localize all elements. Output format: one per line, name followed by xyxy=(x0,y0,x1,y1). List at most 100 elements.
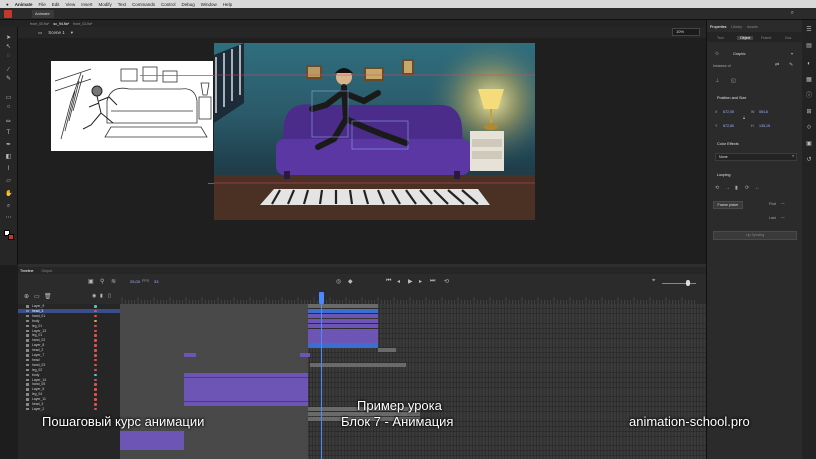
prev-frame-icon[interactable]: ◂ xyxy=(397,278,400,285)
layer-name[interactable]: Layer_2 xyxy=(32,407,44,411)
output-tab[interactable]: Output xyxy=(41,269,52,273)
layer-name[interactable]: Layer_13 xyxy=(32,329,46,333)
layer-row[interactable]: leg_01 xyxy=(18,324,120,329)
pen-tool-icon[interactable]: ✒ xyxy=(5,142,12,149)
x-value[interactable]: 672,05 xyxy=(723,110,734,114)
layer-row[interactable]: Layer_7 xyxy=(18,353,120,358)
eraser-tool-icon[interactable]: ▱ xyxy=(5,178,12,185)
layer-row[interactable]: Layer_11 xyxy=(18,397,120,402)
swap-icon[interactable]: ⇄ xyxy=(775,62,779,68)
chevron-down-icon[interactable]: ▾ xyxy=(791,51,793,56)
properties-icon[interactable]: ☰ xyxy=(805,26,813,34)
layer-name[interactable]: head_3 xyxy=(32,402,43,406)
lip-syncing-button[interactable]: Lip Syncing xyxy=(713,231,797,240)
search-icon[interactable]: ⌕ xyxy=(791,10,794,17)
position-size-header[interactable]: Position and Size xyxy=(717,96,746,100)
tab-doc[interactable]: Doc xyxy=(785,36,791,40)
doc-tab[interactable]: front_02.fla* xyxy=(73,22,92,26)
layer-name[interactable]: body xyxy=(32,373,39,377)
layer-name[interactable]: hand_01 xyxy=(32,314,45,318)
h-value[interactable]: 135,15 xyxy=(759,124,770,128)
fps-value[interactable]: 25,00 xyxy=(130,279,140,284)
eyedropper-icon[interactable]: ⌇ xyxy=(5,166,12,173)
rectangle-tool-icon[interactable]: ▭ xyxy=(5,95,12,102)
keyframe-icon[interactable]: ◆ xyxy=(348,278,353,285)
center-frame-icon[interactable]: ⌖ xyxy=(652,278,655,285)
menu-modify[interactable]: Modify xyxy=(98,2,111,7)
layer-depth-icon[interactable]: ≋ xyxy=(111,278,116,285)
zoom-select[interactable]: 10% xyxy=(672,28,700,36)
layer-name[interactable]: Layer_14 xyxy=(32,378,46,382)
tab-tool[interactable]: Tool xyxy=(717,36,724,40)
menu-help[interactable]: Help xyxy=(223,2,232,7)
layer-name[interactable]: hand_02 xyxy=(32,338,45,342)
lasso-tool-icon[interactable]: ◌ xyxy=(5,53,12,60)
layer-name[interactable]: body xyxy=(32,319,39,323)
layer-name[interactable]: head xyxy=(32,358,40,362)
timeline-tab[interactable]: Timeline xyxy=(20,269,33,273)
layer-row[interactable]: hand_02 xyxy=(18,338,120,343)
layer-row[interactable]: hand_01 xyxy=(18,314,120,319)
selection-tool-icon[interactable]: ➤ xyxy=(5,35,12,42)
last-frame-icon[interactable]: ⏭ xyxy=(430,278,435,285)
color-effects-header[interactable]: Color Effects xyxy=(717,142,739,146)
layer-row[interactable]: head_2 xyxy=(18,348,120,353)
outline-all-icon[interactable]: ▯ xyxy=(108,293,111,299)
layer-row[interactable]: Layer_9 xyxy=(18,304,120,309)
layer-row[interactable]: Layer_2 xyxy=(18,407,120,412)
more-tools-icon[interactable]: ⋯ xyxy=(5,215,12,222)
history-icon[interactable]: ↺ xyxy=(805,156,813,164)
menu-edit[interactable]: Edit xyxy=(52,2,60,7)
bucket-tool-icon[interactable]: ◧ xyxy=(5,154,12,161)
layer-row[interactable]: Layer_14 xyxy=(18,378,120,383)
layer-name[interactable]: hand_05 xyxy=(32,382,45,386)
hand-tool-icon[interactable]: ✋ xyxy=(5,191,12,198)
reverse-loop-icon[interactable]: ⟳ xyxy=(745,185,749,191)
menu-animate[interactable]: Animate xyxy=(15,2,33,7)
tab-frame[interactable]: Frame xyxy=(761,36,771,40)
info-icon[interactable]: ⓘ xyxy=(805,92,813,100)
layer-row[interactable]: body xyxy=(18,319,120,324)
layer-row[interactable]: Layer_13 xyxy=(18,329,120,334)
last-value[interactable]: — xyxy=(781,215,785,219)
transform-icon[interactable]: ◱ xyxy=(731,78,736,84)
layer-name[interactable]: Layer_8 xyxy=(32,343,44,347)
y-value[interactable]: 672,80 xyxy=(723,124,734,128)
apple-menu[interactable]: ● xyxy=(6,2,9,7)
layer-row[interactable]: head_3 xyxy=(18,402,120,407)
layer-name[interactable]: head_2 xyxy=(32,348,43,352)
new-layer-icon[interactable]: ⊕ xyxy=(24,293,29,300)
tab-object[interactable]: Object xyxy=(737,36,754,40)
frame-picker-button[interactable]: Frame picker xyxy=(713,201,743,209)
color-effect-select[interactable]: None ▾ xyxy=(715,153,797,161)
brush-tool-icon[interactable]: ∕ xyxy=(5,67,12,74)
layer-name[interactable]: hand_03 xyxy=(32,363,45,367)
layer-name[interactable]: leg_01 xyxy=(32,324,42,328)
menu-view[interactable]: View xyxy=(66,2,76,7)
camera-icon[interactable]: ▣ xyxy=(88,278,94,285)
layer-name[interactable]: Layer_7 xyxy=(32,353,44,357)
zoom-tool-icon[interactable]: ⌕ xyxy=(5,203,12,210)
first-value[interactable]: — xyxy=(781,201,785,205)
layer-row[interactable]: leg_04 xyxy=(18,392,120,397)
layer-row[interactable]: Layer_5 xyxy=(18,387,120,392)
layer-row[interactable]: leg_02 xyxy=(18,368,120,373)
align-icon[interactable]: ⊥ xyxy=(715,78,719,84)
panel-tab-library[interactable]: Library xyxy=(731,25,742,29)
library-icon[interactable]: ▤ xyxy=(805,42,813,50)
playhead-handle[interactable] xyxy=(319,292,324,304)
layer-name[interactable]: leg_01 xyxy=(32,333,42,337)
layer-name[interactable]: leg_04 xyxy=(32,392,42,396)
layer-row[interactable]: hand_05 xyxy=(18,382,120,387)
delete-layer-icon[interactable]: 🗑︎ xyxy=(44,293,52,300)
components-icon[interactable]: ▣ xyxy=(805,140,813,148)
layer-name[interactable]: leg_02 xyxy=(32,368,42,372)
single-frame-icon[interactable]: ▮ xyxy=(735,185,738,191)
text-tool-icon[interactable]: T xyxy=(5,130,12,137)
parenting-icon[interactable]: ⚲ xyxy=(100,278,104,285)
doc-tab-active[interactable]: sc_94.fla* xyxy=(53,22,69,26)
playhead[interactable] xyxy=(321,304,322,459)
scene-label[interactable]: Scene 1 xyxy=(48,30,65,35)
menu-window[interactable]: Window xyxy=(201,2,217,7)
workspace-tab[interactable]: Animate xyxy=(32,10,54,18)
